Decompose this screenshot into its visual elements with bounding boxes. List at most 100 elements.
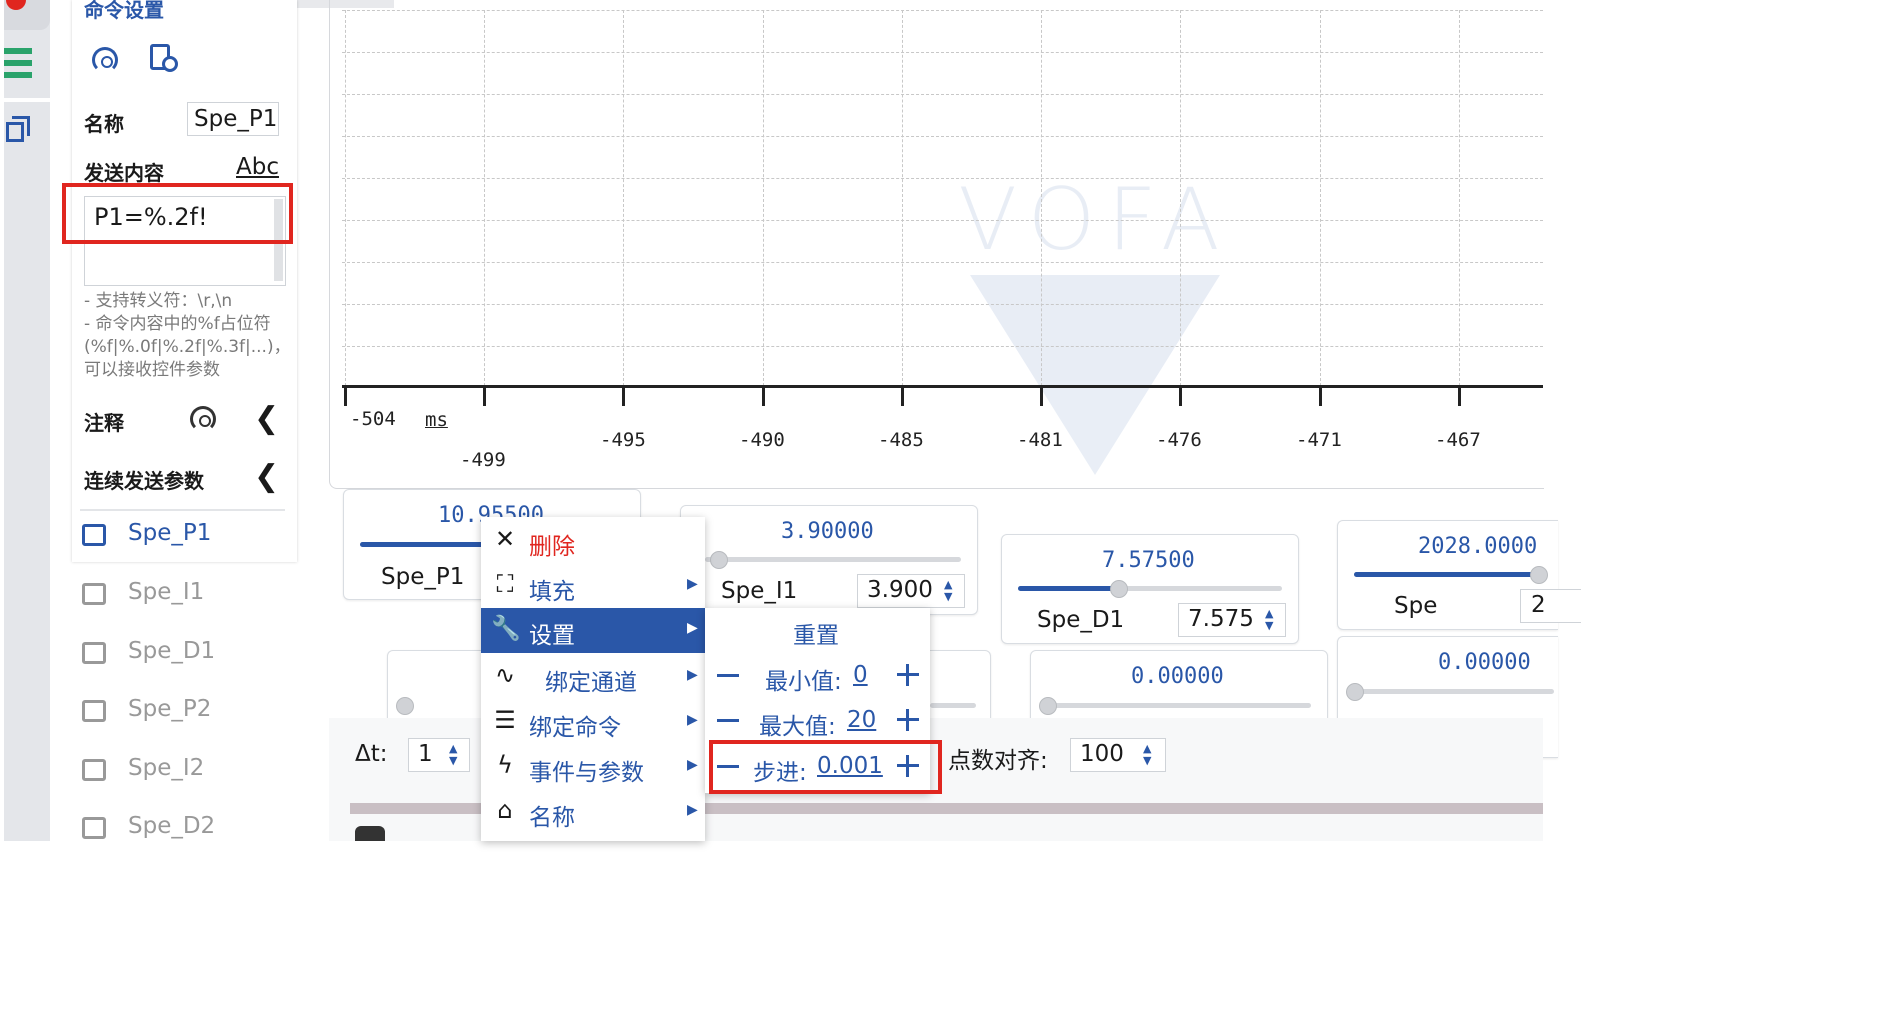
menu-item-events[interactable]: ϟ 事件与参数 ▶ bbox=[481, 745, 705, 790]
x-tick bbox=[1040, 386, 1043, 406]
increase-max-button[interactable] bbox=[897, 709, 919, 731]
spin-arrows-icon[interactable]: ▲ ▼ bbox=[1265, 608, 1273, 632]
x-tick bbox=[1179, 386, 1182, 406]
menu-lines-icon[interactable] bbox=[4, 48, 32, 80]
stack-windows-icon[interactable] bbox=[6, 112, 32, 144]
command-label: Spe_I2 bbox=[128, 755, 205, 781]
x-tick bbox=[483, 386, 486, 406]
x-tick bbox=[622, 386, 625, 406]
align-spin-input[interactable]: 100 ▲ ▼ bbox=[1070, 738, 1166, 772]
continuous-collapse-chevron-icon[interactable]: ❮ bbox=[254, 462, 279, 492]
menu-item-bind-command[interactable]: ☰ 绑定命令 ▶ bbox=[481, 700, 705, 745]
hint-line-3: (%f|%.0f|%.2f|%.3f|...)， bbox=[84, 337, 291, 357]
dt-spin-input[interactable]: 1 ▲ ▼ bbox=[408, 738, 470, 772]
menu-item-fill[interactable]: ⛶ 填充 ▶ bbox=[481, 564, 705, 609]
submenu-max: 最大值: 20 bbox=[705, 699, 930, 744]
spin-value: 2 bbox=[1531, 592, 1546, 618]
x-tick bbox=[762, 386, 765, 406]
clipboard-check-icon[interactable] bbox=[150, 44, 180, 74]
max-value[interactable]: 20 bbox=[847, 707, 876, 733]
slider-card-spe-i1[interactable]: 3.90000 Spe_I1 3.900 ▲ ▼ bbox=[680, 505, 978, 615]
command-item[interactable]: Spe_I1 bbox=[80, 579, 290, 615]
slider-knob[interactable] bbox=[1530, 566, 1549, 584]
min-label: 最小值: bbox=[765, 669, 842, 695]
command-item[interactable]: Spe_P2 bbox=[80, 696, 290, 732]
wrench-icon: 🔧 bbox=[491, 614, 521, 642]
command-label: Spe_P2 bbox=[128, 696, 212, 722]
x-tick-label: -504 bbox=[350, 408, 396, 430]
slider-name: Spe_D1 bbox=[1037, 607, 1125, 633]
slider-value: 7.57500 bbox=[1102, 548, 1195, 573]
list-icon: ☰ bbox=[494, 706, 516, 734]
x-axis-unit: ms bbox=[425, 409, 448, 431]
command-label: Spe_D1 bbox=[128, 638, 216, 664]
spin-value: 100 bbox=[1080, 741, 1124, 767]
spin-arrows-icon[interactable]: ▲ ▼ bbox=[944, 579, 952, 603]
submenu-reset[interactable]: 重置 bbox=[705, 608, 930, 653]
send-content-label: 发送内容 bbox=[84, 161, 164, 185]
x-tick bbox=[1458, 386, 1461, 406]
slider-card-spe[interactable]: 2028.0000 Spe 2 bbox=[1337, 520, 1581, 630]
slider-knob[interactable] bbox=[1039, 697, 1057, 715]
bolt-icon: ϟ bbox=[497, 751, 513, 779]
slider-track[interactable] bbox=[930, 703, 976, 708]
slider-knob[interactable] bbox=[396, 697, 414, 715]
menu-item-delete[interactable]: ✕ 删除 bbox=[481, 519, 705, 564]
name-input[interactable]: Spe_P1 bbox=[187, 102, 279, 136]
slider-value: 2028.0000 bbox=[1418, 534, 1538, 559]
menu-item-label: 设置 bbox=[529, 623, 575, 649]
slider-spin-input[interactable]: 7.575 ▲ ▼ bbox=[1178, 603, 1286, 637]
slider-name: Spe bbox=[1394, 593, 1438, 619]
command-item-active[interactable]: Spe_P1 bbox=[80, 520, 290, 556]
slider-knob[interactable] bbox=[1110, 580, 1129, 598]
comment-collapse-chevron-icon[interactable]: ❮ bbox=[254, 404, 279, 434]
menu-item-name[interactable]: ⌂ 名称 ▶ bbox=[481, 790, 705, 835]
hint-line-1: - 支持转义符：\r,\n bbox=[84, 291, 233, 311]
slider-track[interactable] bbox=[1354, 689, 1554, 694]
spin-arrows-icon[interactable]: ▲ ▼ bbox=[449, 743, 457, 767]
slider-value: 3.90000 bbox=[781, 519, 874, 544]
send-mode-toggle[interactable]: Abc bbox=[236, 154, 279, 180]
context-menu: ✕ 删除 ⛶ 填充 ▶ 🔧 设置 ▶ ∿ 绑定通道 ▶ ☰ 绑定命令 ▶ ϟ 事… bbox=[481, 517, 705, 841]
increase-min-button[interactable] bbox=[897, 664, 919, 686]
slider-spin-input[interactable]: 3.900 ▲ ▼ bbox=[857, 574, 965, 608]
slider-spin-input[interactable]: 2 bbox=[1520, 589, 1581, 623]
slider-knob[interactable] bbox=[1346, 683, 1364, 701]
slider-track[interactable] bbox=[1047, 703, 1311, 708]
submenu-arrow-icon: ▶ bbox=[687, 802, 698, 818]
panel-divider bbox=[80, 509, 285, 511]
spin-value: 1 bbox=[418, 741, 433, 767]
decrease-min-button[interactable] bbox=[717, 674, 739, 677]
min-value[interactable]: 0 bbox=[853, 662, 868, 688]
spin-arrows-icon[interactable]: ▲ ▼ bbox=[1143, 743, 1151, 767]
command-label: Spe_D2 bbox=[128, 813, 216, 839]
slider-name: Spe_P1 bbox=[381, 564, 465, 590]
comment-label: 注释 bbox=[84, 411, 124, 435]
menu-item-settings[interactable]: 🔧 设置 ▶ bbox=[481, 608, 705, 653]
preview-eye-icon[interactable] bbox=[90, 44, 122, 73]
menu-item-label: 名称 bbox=[529, 805, 575, 831]
slider-value: 0.00000 bbox=[1438, 650, 1531, 675]
menu-item-bind-channel[interactable]: ∿ 绑定通道 ▶ bbox=[481, 655, 705, 700]
command-item[interactable]: Spe_I2 bbox=[80, 755, 290, 791]
comment-eye-icon[interactable] bbox=[190, 404, 220, 432]
name-label: 名称 bbox=[84, 112, 124, 136]
menu-item-label: 绑定命令 bbox=[529, 715, 621, 741]
command-icon bbox=[82, 642, 106, 664]
x-axis bbox=[342, 385, 1543, 388]
x-tick-label: -490 bbox=[739, 429, 785, 451]
decrease-max-button[interactable] bbox=[717, 719, 739, 722]
menu-item-label: 事件与参数 bbox=[529, 760, 644, 786]
slider-track[interactable] bbox=[705, 557, 961, 562]
x-tick-label: -499 bbox=[460, 449, 506, 471]
menu-item-label: 删除 bbox=[529, 534, 575, 560]
hint-line-2: - 命令内容中的%f占位符 bbox=[84, 314, 271, 334]
reset-label: 重置 bbox=[793, 623, 839, 649]
chart-plot[interactable] bbox=[342, 10, 1543, 386]
footer-clip bbox=[355, 826, 385, 841]
slider-knob[interactable] bbox=[709, 551, 728, 569]
command-item[interactable]: Spe_D2 bbox=[80, 813, 290, 841]
command-item[interactable]: Spe_D1 bbox=[80, 638, 290, 674]
submenu-min: 最小值: 0 bbox=[705, 654, 930, 699]
slider-card-spe-d1[interactable]: 7.57500 Spe_D1 7.575 ▲ ▼ bbox=[1001, 534, 1299, 644]
